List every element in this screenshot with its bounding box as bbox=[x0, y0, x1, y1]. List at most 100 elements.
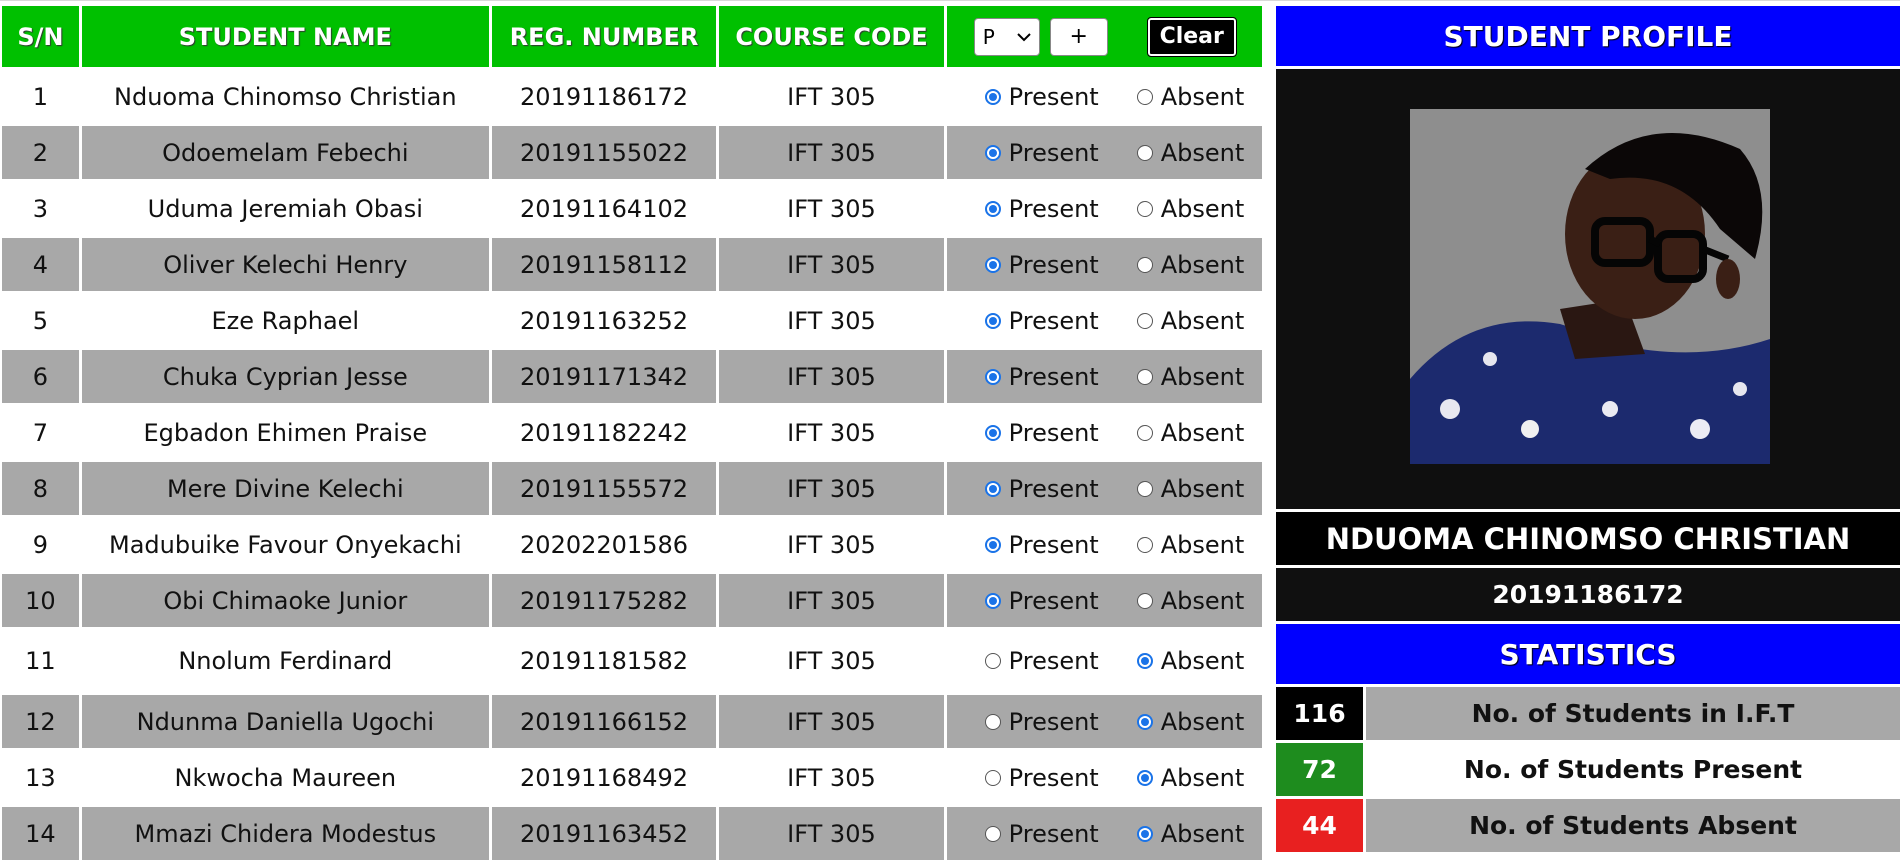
absent-radio[interactable] bbox=[1136, 769, 1153, 786]
stat-row: 116 No. of Students in I.F.T bbox=[1276, 687, 1900, 740]
absent-radio[interactable] bbox=[1136, 424, 1153, 441]
absent-option[interactable]: Absent bbox=[1136, 139, 1244, 167]
absent-radio[interactable] bbox=[1136, 480, 1153, 497]
table-header-row: S/N STUDENT NAME REG. NUMBER COURSE CODE… bbox=[2, 6, 1263, 67]
present-radio[interactable] bbox=[984, 825, 1001, 842]
row-student-name: Obi Chimaoke Junior bbox=[81, 574, 489, 627]
present-radio[interactable] bbox=[984, 144, 1001, 161]
absent-option[interactable]: Absent bbox=[1136, 195, 1244, 223]
row-course-code: IFT 305 bbox=[719, 751, 944, 804]
row-reg-number: 20191168492 bbox=[491, 751, 717, 804]
status-select[interactable]: P bbox=[973, 17, 1040, 56]
row-course-code: IFT 305 bbox=[719, 807, 944, 860]
absent-radio[interactable] bbox=[1136, 368, 1153, 385]
present-option[interactable]: Present bbox=[984, 587, 1099, 615]
present-option[interactable]: Present bbox=[984, 764, 1099, 792]
absent-radio[interactable] bbox=[1136, 713, 1153, 730]
row-reg-number: 20191166152 bbox=[491, 695, 717, 748]
row-reg-number: 20191182242 bbox=[491, 406, 717, 459]
absent-option[interactable]: Absent bbox=[1136, 587, 1244, 615]
present-label: Present bbox=[1008, 819, 1099, 848]
stat-label: No. of Students Absent bbox=[1366, 799, 1900, 852]
present-option[interactable]: Present bbox=[984, 195, 1099, 223]
present-radio[interactable] bbox=[984, 536, 1001, 553]
row-sn: 5 bbox=[2, 294, 79, 347]
absent-option[interactable]: Absent bbox=[1136, 250, 1245, 279]
absent-option[interactable]: Absent bbox=[1136, 819, 1245, 848]
absent-option[interactable]: Absent bbox=[1136, 83, 1244, 111]
absent-label: Absent bbox=[1160, 474, 1245, 503]
attendance-options: Present Absent bbox=[946, 574, 1262, 627]
table-row: 13 Nkwocha Maureen 20191168492 IFT 305 Prese… bbox=[2, 751, 1262, 804]
attendance-options: Present Absent bbox=[946, 350, 1262, 403]
present-radio[interactable] bbox=[984, 200, 1001, 217]
student-profile-panel: STUDENT PROFILE NDUOMA CHINOMSO CHRISTIA… bbox=[1276, 6, 1900, 852]
present-option[interactable]: Present bbox=[984, 708, 1099, 736]
absent-option[interactable]: Absent bbox=[1136, 418, 1245, 447]
absent-option[interactable]: Absent bbox=[1136, 763, 1245, 792]
present-radio[interactable] bbox=[984, 312, 1001, 329]
stat-value: 44 bbox=[1276, 799, 1363, 852]
present-option[interactable]: Present bbox=[984, 307, 1099, 335]
row-sn: 1 bbox=[2, 70, 79, 123]
present-option[interactable]: Present bbox=[984, 251, 1099, 279]
absent-label: Absent bbox=[1160, 250, 1245, 279]
add-button[interactable]: + bbox=[1049, 17, 1108, 56]
absent-radio[interactable] bbox=[1136, 200, 1153, 217]
present-option[interactable]: Present bbox=[984, 474, 1099, 503]
present-option[interactable]: Present bbox=[984, 419, 1099, 447]
stat-row: 72 No. of Students Present bbox=[1276, 743, 1900, 796]
row-reg-number: 20191163452 bbox=[491, 807, 717, 860]
absent-radio[interactable] bbox=[1136, 536, 1153, 553]
present-radio[interactable] bbox=[984, 592, 1001, 609]
absent-label: Absent bbox=[1160, 362, 1245, 391]
absent-radio[interactable] bbox=[1136, 88, 1153, 105]
row-reg-number: 20191186172 bbox=[491, 70, 717, 123]
row-student-name: Ndunma Daniella Ugochi bbox=[81, 695, 489, 748]
row-sn: 14 bbox=[2, 807, 79, 860]
row-reg-number: 20191163252 bbox=[491, 294, 717, 347]
absent-radio[interactable] bbox=[1136, 144, 1153, 161]
absent-radio[interactable] bbox=[1136, 592, 1153, 609]
present-option[interactable]: Present bbox=[984, 647, 1099, 675]
row-course-code: IFT 305 bbox=[719, 695, 944, 748]
absent-option[interactable]: Absent bbox=[1136, 647, 1244, 675]
stat-label: No. of Students in I.F.T bbox=[1366, 687, 1900, 740]
present-radio[interactable] bbox=[984, 88, 1001, 105]
present-option[interactable]: Present bbox=[984, 139, 1099, 167]
present-radio[interactable] bbox=[984, 368, 1001, 385]
present-radio[interactable] bbox=[984, 653, 1001, 669]
absent-option[interactable]: Absent bbox=[1136, 708, 1244, 736]
present-option[interactable]: Present bbox=[984, 819, 1099, 848]
clear-button[interactable]: Clear bbox=[1146, 16, 1237, 57]
present-option[interactable]: Present bbox=[984, 83, 1099, 111]
absent-option[interactable]: Absent bbox=[1136, 474, 1245, 503]
present-radio[interactable] bbox=[984, 424, 1001, 441]
table-row: 6 Chuka Cyprian Jesse 20191171342 IFT 305 Pr… bbox=[2, 350, 1262, 403]
absent-option[interactable]: Absent bbox=[1136, 362, 1245, 391]
row-sn: 12 bbox=[2, 695, 79, 748]
present-radio[interactable] bbox=[984, 480, 1001, 497]
table-row: 5 Eze Raphael 20191163252 IFT 305 Present Abs… bbox=[2, 294, 1262, 347]
row-student-name: Egbadon Ehimen Praise bbox=[81, 406, 489, 459]
absent-radio[interactable] bbox=[1136, 256, 1153, 273]
attendance-options: Present Absent bbox=[946, 126, 1262, 179]
present-option[interactable]: Present bbox=[984, 531, 1099, 559]
absent-radio[interactable] bbox=[1136, 312, 1153, 329]
statistics-title: STATISTICS bbox=[1276, 624, 1900, 684]
present-radio[interactable] bbox=[984, 713, 1001, 730]
absent-radio[interactable] bbox=[1136, 825, 1153, 842]
absent-option[interactable]: Absent bbox=[1136, 531, 1244, 559]
present-option[interactable]: Present bbox=[984, 363, 1099, 391]
absent-radio[interactable] bbox=[1136, 653, 1153, 669]
present-label: Present bbox=[1008, 474, 1099, 503]
absent-option[interactable]: Absent bbox=[1136, 307, 1244, 335]
absent-label: Absent bbox=[1160, 418, 1245, 447]
present-radio[interactable] bbox=[984, 769, 1001, 786]
row-reg-number: 20191164102 bbox=[491, 182, 717, 235]
absent-label: Absent bbox=[1160, 763, 1245, 792]
present-radio[interactable] bbox=[984, 256, 1001, 273]
absent-label: Absent bbox=[1160, 819, 1245, 848]
row-sn: 4 bbox=[2, 238, 79, 291]
table-row: 10 Obi Chimaoke Junior 20191175282 IFT 305 P… bbox=[2, 574, 1262, 627]
